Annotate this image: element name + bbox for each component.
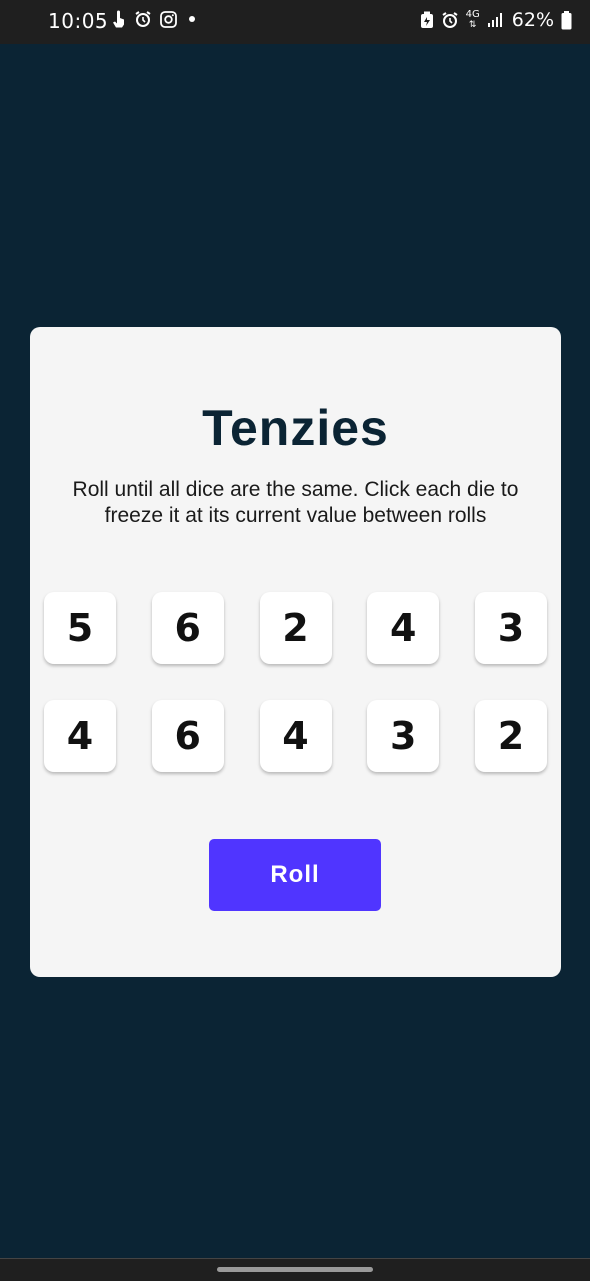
- page-title: Tenzies: [202, 400, 389, 456]
- game-card: Tenzies Roll until all dice are the same…: [30, 327, 561, 977]
- die[interactable]: 6: [151, 592, 224, 664]
- status-right-icons: 4G ⇅ 62%: [420, 9, 572, 31]
- instagram-icon: [160, 10, 177, 28]
- data-arrows-icon: ⇅: [468, 20, 477, 30]
- die[interactable]: 3: [475, 592, 547, 664]
- status-time: 10:05: [48, 9, 109, 33]
- signal-icon: [487, 12, 505, 28]
- die[interactable]: 6: [151, 700, 224, 772]
- battery-icon: [561, 10, 572, 30]
- die[interactable]: 2: [475, 700, 547, 772]
- dot-icon: [185, 12, 199, 26]
- network-type-label: 4G: [465, 9, 480, 20]
- battery-percent: 62%: [511, 9, 554, 31]
- navigation-bar: [0, 1258, 590, 1281]
- die[interactable]: 4: [44, 700, 116, 772]
- battery-saver-icon: [420, 11, 434, 29]
- home-indicator[interactable]: [217, 1267, 373, 1272]
- alarm-icon: [441, 11, 459, 29]
- die[interactable]: 3: [367, 700, 440, 772]
- network-type-icon: 4G ⇅: [465, 9, 480, 31]
- alarm-icon: [134, 10, 152, 28]
- instructions-text: Roll until all dice are the same. Click …: [72, 478, 519, 527]
- die[interactable]: 4: [259, 700, 332, 772]
- roll-button[interactable]: Roll: [209, 839, 381, 911]
- die[interactable]: 5: [44, 592, 116, 664]
- status-bar: 10:05 4G ⇅ 62%: [0, 0, 590, 44]
- status-left-icons: [112, 10, 199, 28]
- die[interactable]: 4: [367, 592, 440, 664]
- dice-grid: 5 6 2 4 3 4 6 4 3 2: [44, 592, 547, 772]
- die[interactable]: 2: [259, 592, 332, 664]
- touch-icon: [112, 10, 126, 28]
